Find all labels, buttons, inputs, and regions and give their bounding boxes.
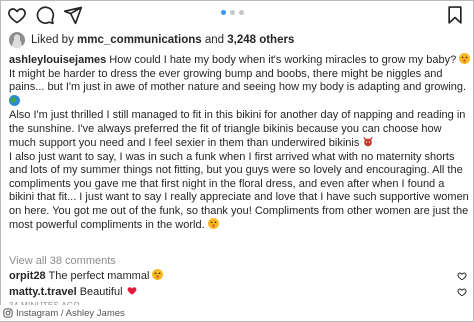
carousel-dot xyxy=(230,10,235,15)
smiling-face-icon xyxy=(152,269,164,280)
caption-p4: I also just want to say, I was in such a… xyxy=(9,150,469,232)
likes-summary: Liked by mmc_communications and 3,248 ot… xyxy=(31,33,294,47)
comment-text: Beautiful xyxy=(76,286,126,298)
instagram-post-panel: Liked by mmc_communications and 3,248 ot… xyxy=(0,0,474,322)
comment-text: The perfect mammal xyxy=(45,270,150,282)
caption-paragraph: It might be harder to dress the ever gro… xyxy=(9,68,471,110)
post-caption: ashleylouisejames How could I hate my bo… xyxy=(9,53,471,233)
carousel-indicator xyxy=(221,10,251,16)
caption-p2: It might be harder to dress the ever gro… xyxy=(9,67,467,94)
caption-line1: How could I hate my body when it's worki… xyxy=(106,54,457,66)
caption-p3: Also I'm just thrilled I still managed t… xyxy=(9,109,466,149)
comment-like-heart-icon[interactable] xyxy=(457,271,467,281)
bookmark-icon[interactable] xyxy=(445,5,465,25)
caption-paragraph: Also I'm just thrilled I still managed t… xyxy=(9,109,471,151)
view-all-comments-link[interactable]: View all 38 comments xyxy=(9,255,116,268)
likes-middle: and xyxy=(201,34,228,46)
avatar[interactable] xyxy=(9,32,25,48)
carousel-dot-active xyxy=(221,10,226,15)
caption-username[interactable]: ashleylouisejames xyxy=(9,54,106,66)
likes-count[interactable]: 3,248 others xyxy=(227,34,294,46)
credit-text: Instagram / Ashley James xyxy=(16,307,125,319)
comment-icon[interactable] xyxy=(35,5,55,25)
red-heart-icon xyxy=(126,285,138,296)
comment-username[interactable]: matty.t.travel xyxy=(9,286,77,298)
comment-username[interactable]: orpit28 xyxy=(9,270,46,282)
imp-icon xyxy=(362,136,374,147)
smiling-face-icon xyxy=(459,53,471,64)
liker-username[interactable]: mmc_communications xyxy=(77,34,202,46)
globe-icon xyxy=(9,94,20,106)
photo-credit: Instagram / Ashley James xyxy=(0,305,131,321)
heart-icon[interactable] xyxy=(7,5,27,25)
comment-row: matty.t.travel Beautiful xyxy=(9,285,138,299)
instagram-icon xyxy=(3,308,13,318)
comment-row: orpit28 The perfect mammal xyxy=(9,269,164,283)
comment-like-heart-icon[interactable] xyxy=(457,287,467,297)
caption-line: ashleylouisejames How could I hate my bo… xyxy=(9,53,471,68)
action-bar xyxy=(1,1,473,29)
share-icon[interactable] xyxy=(63,5,83,25)
likes-prefix: Liked by xyxy=(31,34,78,46)
carousel-dot xyxy=(239,10,244,15)
caption-paragraph: I also just want to say, I was in such a… xyxy=(9,151,471,233)
smiling-face-icon xyxy=(207,218,219,229)
likes-row: Liked by mmc_communications and 3,248 ot… xyxy=(9,32,469,50)
